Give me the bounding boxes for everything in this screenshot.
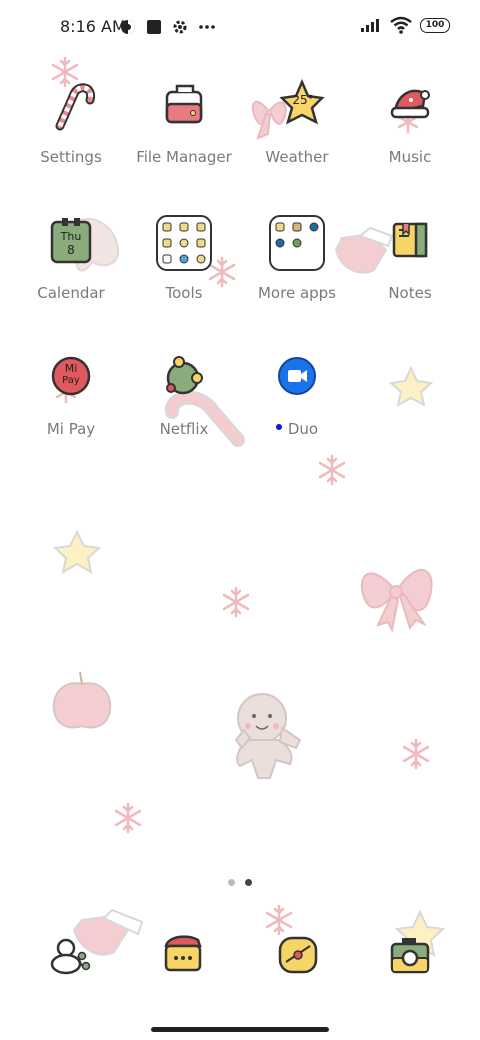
app-folder-tools[interactable]: Tools: [129, 212, 239, 302]
page-dot-active[interactable]: [245, 879, 252, 886]
snowman-icon: [50, 938, 91, 975]
app-label: Netflix: [159, 420, 209, 438]
app-calendar[interactable]: Thu 8 Calendar: [16, 212, 126, 302]
app-label: Notes: [388, 284, 432, 302]
weather-star-icon: 25°: [266, 76, 328, 138]
folder-icon: [153, 76, 215, 138]
app-notes[interactable]: Notes: [355, 212, 465, 302]
mi-pay-icon: Mi Pay: [40, 348, 102, 410]
app-netflix[interactable]: Netflix: [129, 348, 239, 438]
dock-app-messages[interactable]: [154, 924, 214, 984]
app-label: Weather: [265, 148, 329, 166]
app-label: Tools: [165, 284, 203, 302]
snowflake-icon: [318, 454, 346, 486]
vpn-icon: [121, 20, 135, 34]
app-music[interactable]: Music: [355, 76, 465, 166]
snowflake-icon: [222, 586, 250, 618]
app-file-manager[interactable]: File Manager: [129, 76, 239, 166]
bow-icon: [360, 569, 433, 634]
home-gesture-bar[interactable]: [151, 1027, 329, 1032]
dock-app-camera[interactable]: [380, 924, 440, 984]
more-dots-icon: [199, 25, 215, 29]
calendar-icon: Thu 8: [40, 212, 102, 274]
app-mi-pay[interactable]: Mi Pay Mi Pay: [16, 348, 126, 438]
gingerbread-icon: [234, 693, 302, 779]
calendar-date: 8: [67, 243, 75, 257]
signal-icon: [361, 19, 379, 32]
video-camera-icon: [266, 348, 328, 410]
tools-folder-icon: [153, 212, 215, 274]
status-left-icons: [120, 18, 216, 36]
dock-app-browser[interactable]: [268, 924, 328, 984]
battery-indicator: 100: [420, 17, 450, 33]
mi-pay-text2: Pay: [62, 375, 80, 386]
square-icon: [147, 20, 161, 34]
more-apps-folder-icon: [266, 212, 328, 274]
message-hat-icon: [164, 935, 202, 972]
app-folder-more-apps[interactable]: More apps: [242, 212, 352, 302]
calendar-day: Thu: [60, 230, 82, 243]
apple-icon: [52, 671, 112, 729]
gear-icon: [173, 20, 187, 34]
app-label: More apps: [257, 284, 336, 302]
browser-icon: [278, 936, 318, 974]
app-label: Music: [388, 148, 432, 166]
mi-pay-text1: Mi: [64, 362, 78, 375]
status-time: 8:16 AM: [60, 17, 126, 36]
star-icon: [52, 529, 102, 574]
app-settings[interactable]: Settings: [16, 76, 126, 166]
ornament-icon: [153, 348, 215, 410]
app-label: Calendar: [37, 284, 105, 302]
camera-icon: [390, 938, 430, 974]
app-duo[interactable]: Duo: [242, 348, 352, 438]
snowflake-icon: [402, 738, 430, 770]
app-label: Duo: [242, 420, 352, 438]
new-app-dot: [275, 423, 282, 430]
app-label: Settings: [40, 148, 102, 166]
snowflake-icon: [114, 802, 142, 834]
santa-hat-icon: [379, 76, 441, 138]
page-dot[interactable]: [228, 879, 235, 886]
wifi-icon: [390, 16, 412, 34]
status-right-icons: 100: [360, 16, 450, 34]
duo-label: Duo: [287, 420, 319, 438]
page-indicator: [228, 879, 252, 886]
app-weather[interactable]: 25° Weather: [242, 76, 352, 166]
star-icon: [388, 365, 434, 407]
notebook-icon: [379, 212, 441, 274]
app-label: Mi Pay: [46, 420, 96, 438]
candy-cane-icon: [40, 76, 102, 138]
dock-app-phone[interactable]: [42, 924, 102, 984]
app-label: File Manager: [136, 148, 232, 166]
weather-temp: 25°: [292, 93, 314, 107]
